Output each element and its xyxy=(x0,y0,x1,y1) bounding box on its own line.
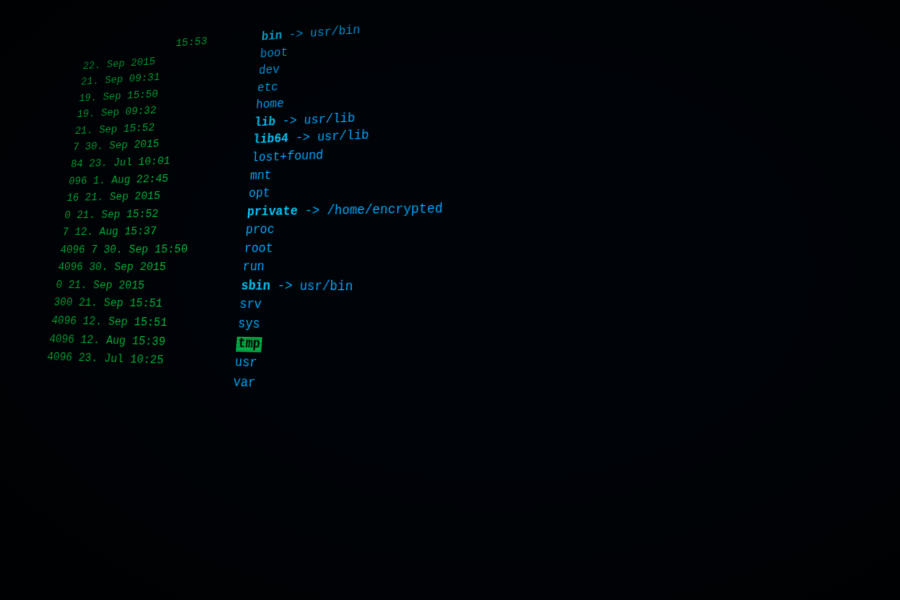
line-0-path: usr/bin xyxy=(309,22,360,43)
line-10-meta: 0 21. Sep 15:52 xyxy=(63,205,247,225)
terminal-window: 15:53 bin -> usr/bin 22. Sep 2015 boot 2… xyxy=(0,0,900,600)
line-6-arrow: -> xyxy=(288,130,318,149)
terminal-content: 15:53 bin -> usr/bin 22. Sep 2015 boot 2… xyxy=(0,0,900,600)
line-0-arrow: -> xyxy=(281,26,310,45)
line-10-arrow: -> xyxy=(297,202,328,221)
line-5-name: lib xyxy=(254,114,276,132)
line-14-name: sbin xyxy=(240,277,270,296)
line-14-arrow: -> xyxy=(269,278,300,297)
line-6-name: lib64 xyxy=(252,131,289,150)
line-11-name: proc xyxy=(245,221,275,240)
line-5-arrow: -> xyxy=(275,112,305,131)
line-6-path: usr/lib xyxy=(317,127,370,147)
line-14-meta: 0 21. Sep 2015 xyxy=(55,278,242,297)
line-10-path: /home/encrypted xyxy=(326,200,443,221)
line-2-name: dev xyxy=(258,62,280,80)
line-9-name: opt xyxy=(248,185,271,203)
line-12-meta: 4096 7 30. Sep 15:50 xyxy=(59,241,245,259)
line-5-path: usr/lib xyxy=(303,110,355,130)
line-7-name: lost+found xyxy=(251,147,324,167)
line-19-name: var xyxy=(232,373,256,393)
line-17-name: tmp xyxy=(236,334,263,354)
line-1-name: boot xyxy=(259,44,288,63)
line-3-name: etc xyxy=(257,79,279,97)
line-4-name: home xyxy=(255,96,284,115)
line-8-name: mnt xyxy=(249,167,272,185)
line-18-name: usr xyxy=(234,354,258,374)
line-10-name: private xyxy=(246,203,298,222)
line-13-meta: 4096 30. Sep 2015 xyxy=(57,260,243,278)
line-12-name: root xyxy=(243,240,273,258)
line-15-meta: 300 21. Sep 15:51 xyxy=(53,295,241,315)
line-16-name: sys xyxy=(237,315,260,334)
line-13-name: run xyxy=(242,259,265,278)
line-15-name: srv xyxy=(239,296,262,315)
line-11-meta: 7 12. Aug 15:37 xyxy=(61,223,246,242)
line-0-name: bin xyxy=(261,28,283,46)
line-14-path: usr/bin xyxy=(299,278,353,297)
